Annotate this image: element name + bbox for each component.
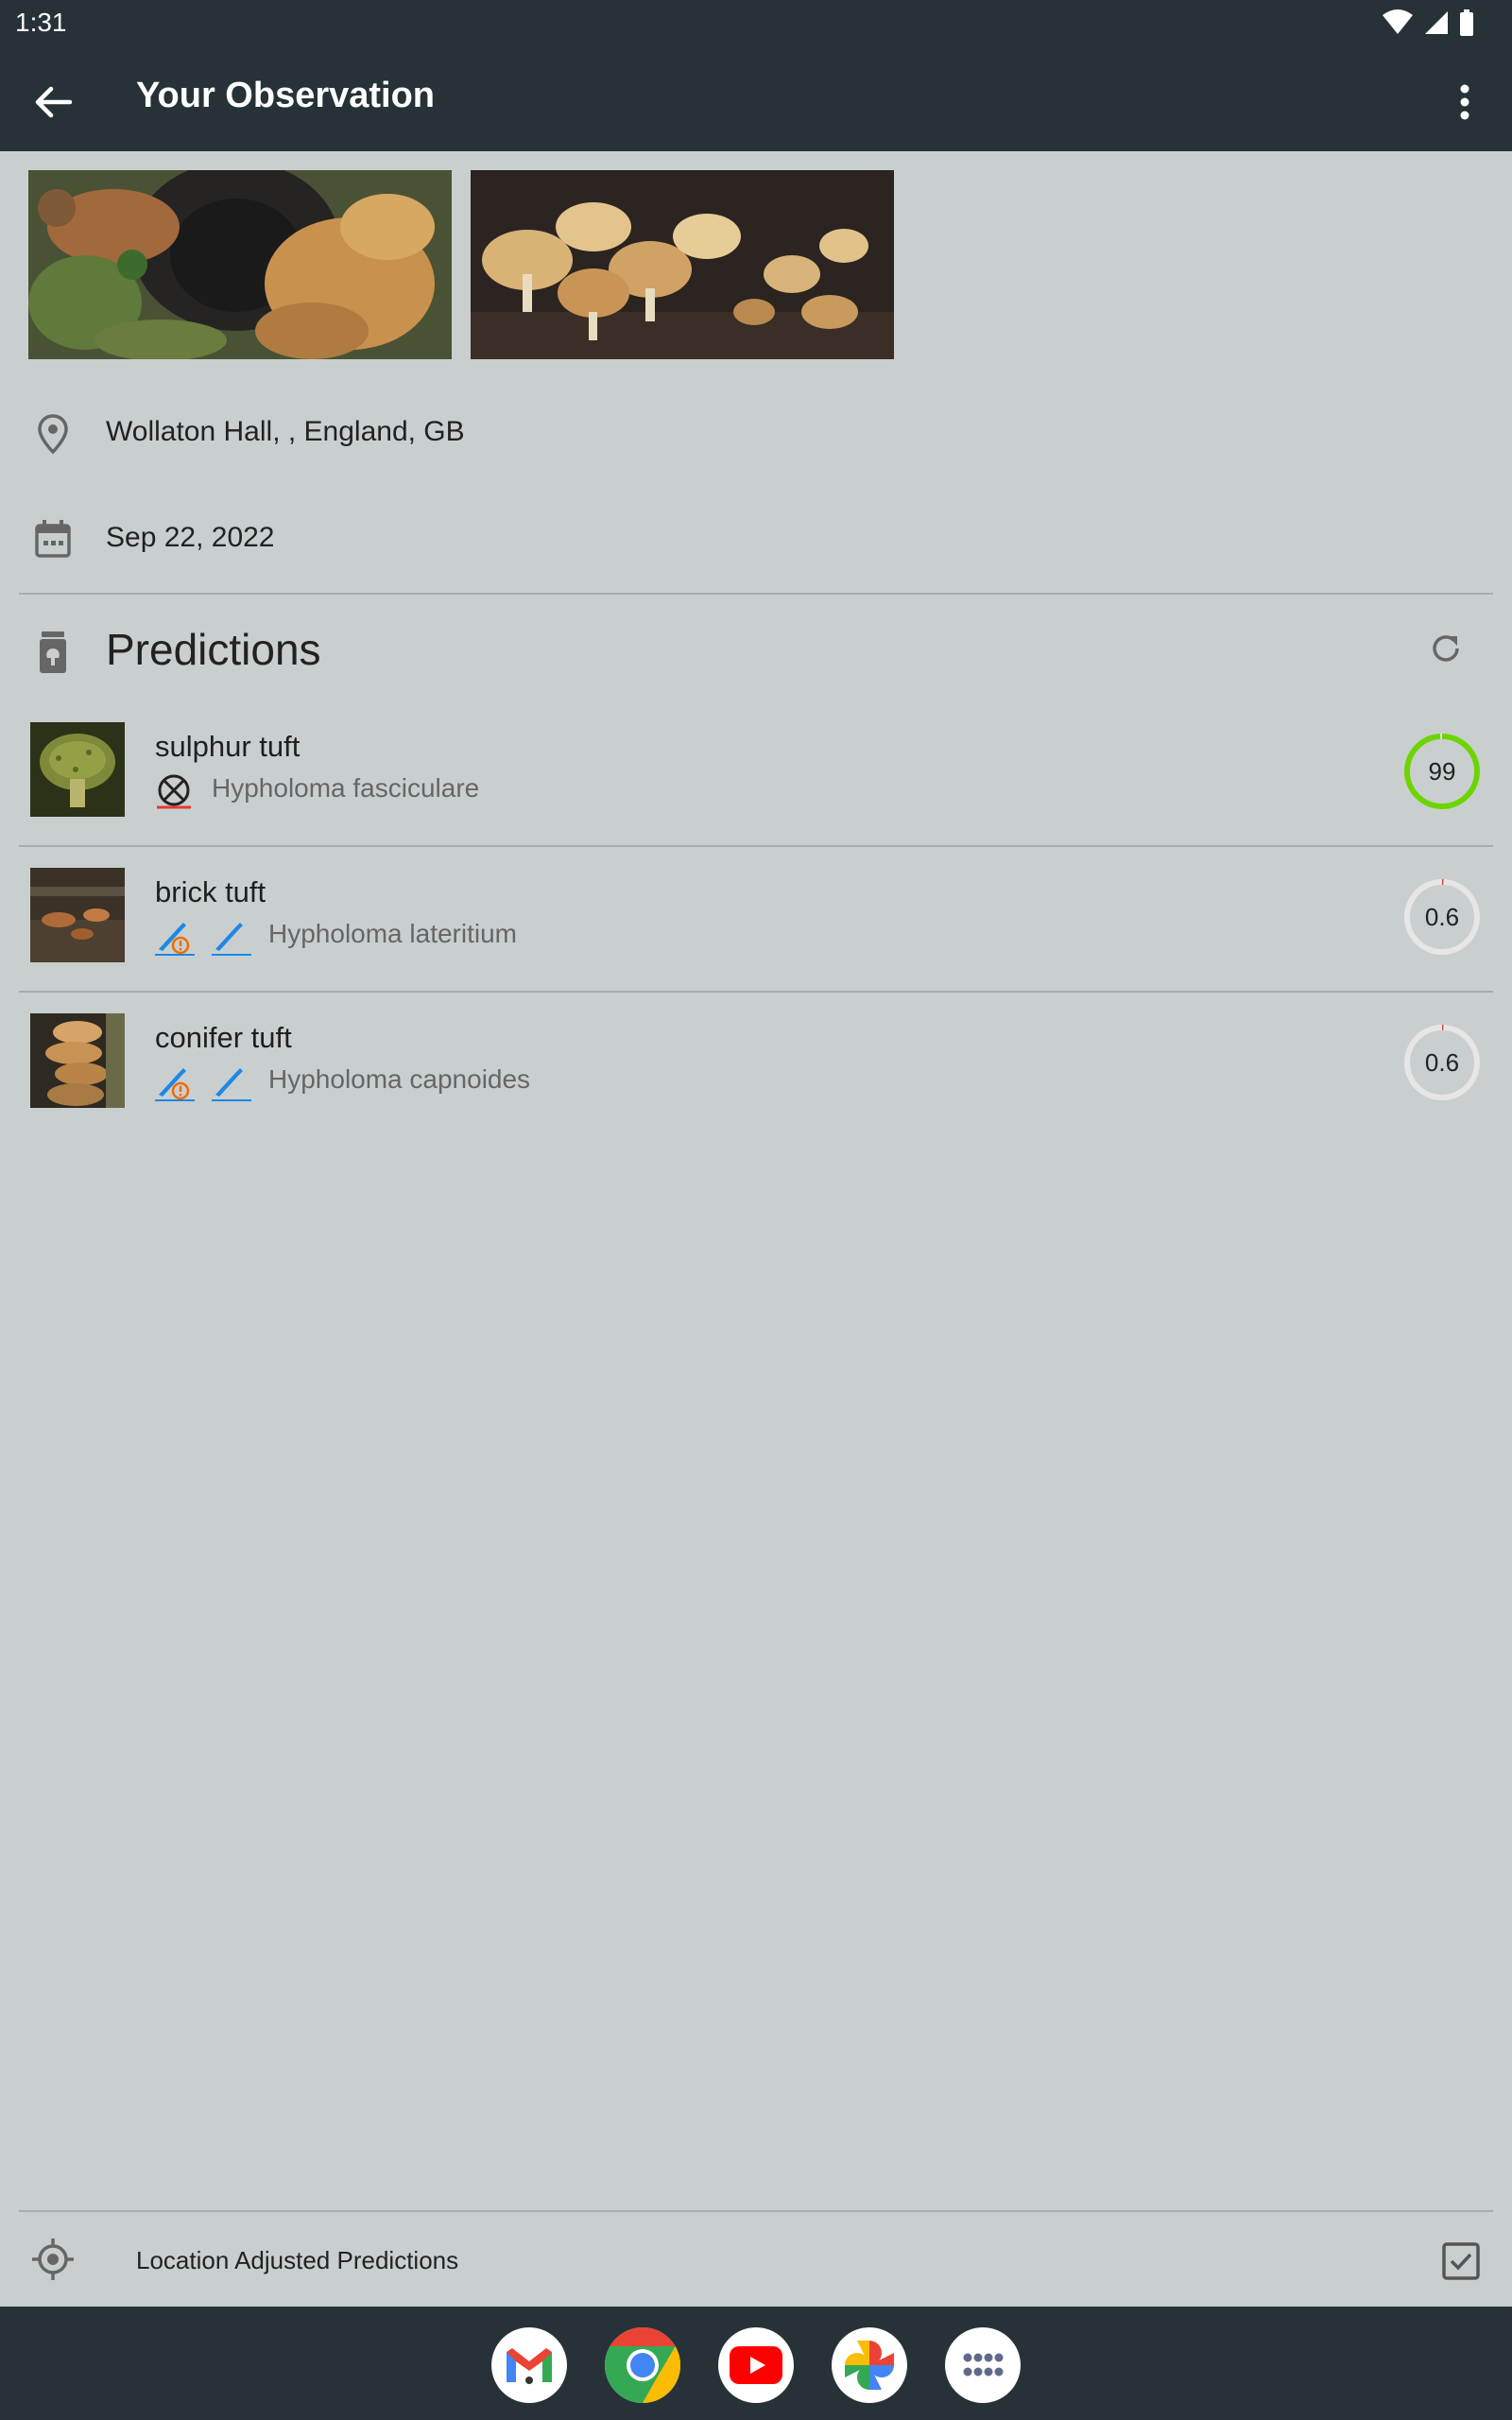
app-drawer-icon[interactable]: [945, 2327, 1021, 2403]
youtube-icon[interactable]: [718, 2327, 794, 2403]
prediction-scientific-name: Hypholoma capnoides: [268, 1064, 531, 1094]
predictions-title: Predictions: [106, 625, 321, 674]
status-time: 1:31: [15, 8, 67, 37]
location-row: Wollaton Hall, , England, GB: [0, 393, 1512, 469]
edible-icon: [212, 923, 251, 956]
signal-icon: [1425, 11, 1448, 34]
edibility-badges: [155, 1063, 251, 1102]
observation-photo-image: [471, 170, 894, 359]
divider: [19, 593, 1493, 595]
gmail-icon[interactable]: [491, 2327, 567, 2403]
prediction-common-name: sulphur tuft: [155, 730, 301, 763]
battery-icon: [1460, 9, 1473, 36]
my-location-icon: [32, 2238, 74, 2280]
calendar-icon: [35, 520, 71, 558]
status-icons: [1382, 9, 1474, 36]
species-thumbnail: [30, 1013, 125, 1108]
observation-date: Sep 22, 2022: [106, 522, 275, 553]
page-title: Your Observation: [136, 76, 436, 115]
edible-caution-icon: [155, 923, 195, 956]
status-bar: 1:31: [0, 0, 1512, 47]
confidence-score: 0.6: [1424, 902, 1460, 931]
prediction-scientific-name: Hypholoma lateritium: [268, 919, 517, 948]
prediction-common-name: conifer tuft: [155, 1021, 292, 1054]
chrome-icon[interactable]: [605, 2327, 680, 2403]
species-thumbnail: [30, 868, 125, 962]
observation-photo[interactable]: [28, 170, 452, 359]
system-dock: [0, 2307, 1512, 2420]
edible-caution-icon: [155, 1068, 195, 1101]
prediction-item[interactable]: brick tuft Hypholoma lateritium 0.6: [0, 847, 1512, 991]
poisonous-icon: [157, 774, 191, 809]
observation-location: Wollaton Hall, , England, GB: [106, 416, 465, 447]
back-arrow-icon[interactable]: [28, 78, 77, 127]
edibility-badges: [155, 771, 193, 809]
specimen-jar-icon: [40, 631, 66, 673]
date-row: Sep 22, 2022: [0, 499, 1512, 575]
more-vert-icon[interactable]: [1444, 78, 1486, 127]
observation-photo-image: [28, 170, 452, 359]
divider: [19, 2210, 1493, 2212]
refresh-icon[interactable]: [1427, 630, 1465, 667]
prediction-item[interactable]: sulphur tuft Hypholoma fasciculare 99: [0, 701, 1512, 845]
edible-icon: [212, 1068, 251, 1101]
confidence-score: 99: [1428, 756, 1456, 786]
prediction-common-name: brick tuft: [155, 875, 266, 908]
confidence-score: 0.6: [1424, 1047, 1460, 1077]
location-adjusted-label: Location Adjusted Predictions: [136, 2246, 459, 2274]
wifi-icon: [1383, 9, 1413, 34]
edibility-badges: [155, 917, 251, 957]
photos-icon[interactable]: [832, 2327, 907, 2403]
app-bar: Your Observation: [0, 47, 1512, 151]
location-adjusted-checkbox[interactable]: [1438, 2238, 1484, 2284]
prediction-item[interactable]: conifer tuft Hypholoma capnoides 0.6: [0, 993, 1512, 1136]
observation-photo[interactable]: [471, 170, 894, 359]
species-thumbnail: [30, 722, 125, 817]
location-pin-icon: [38, 414, 68, 455]
prediction-scientific-name: Hypholoma fasciculare: [212, 773, 480, 803]
